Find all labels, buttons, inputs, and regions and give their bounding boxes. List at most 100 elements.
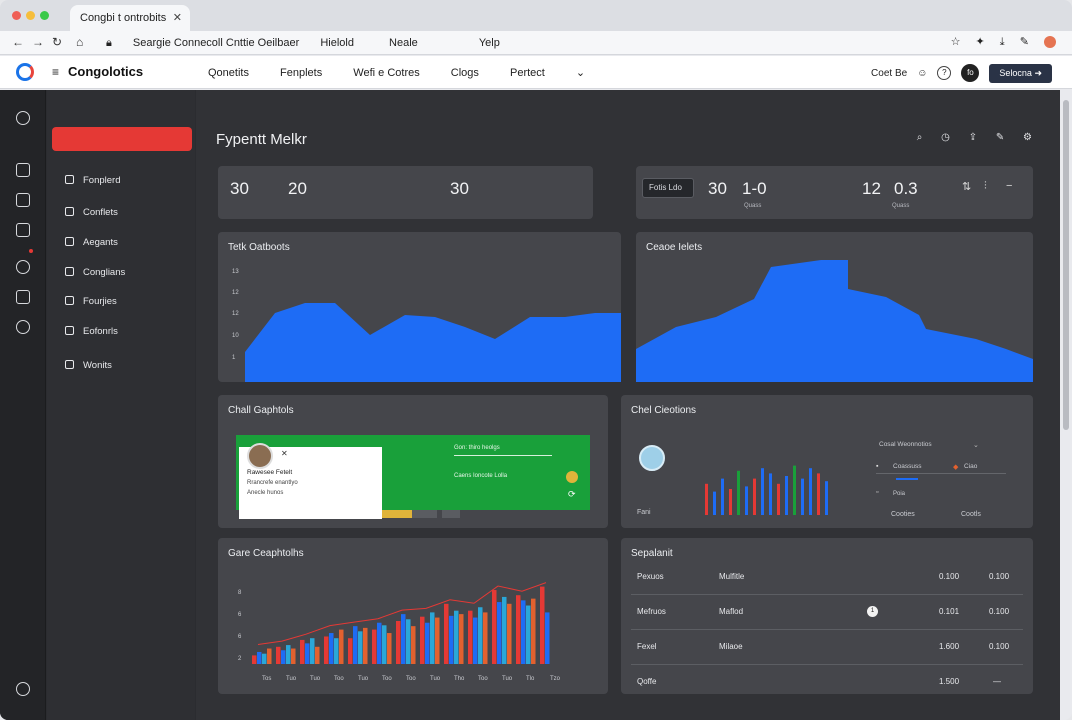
address-bar-row: ← → ↻ ⌂ 🔒︎ Seargie Connecoll Cnttie Oeil… (0, 31, 1072, 55)
mini-bar (753, 478, 756, 515)
refresh-icon[interactable]: ⟳ (568, 489, 576, 500)
table-row[interactable]: Qoffe 1.500 — (631, 665, 1023, 700)
browser-window: Congbi t ontrobits ✕ ← → ↻ ⌂ 🔒︎ Seargie … (0, 0, 1072, 720)
bell-icon[interactable] (16, 260, 30, 274)
area-series (245, 303, 621, 382)
history-icon[interactable]: ◷ (941, 132, 950, 143)
browser-toolbar-icons: ☆ ✦ ⤓ ✎ (939, 35, 1056, 49)
profile-avatar[interactable] (1044, 36, 1056, 49)
sidebar-item-label: Fonplerd (83, 175, 121, 186)
download-icon[interactable]: ⤓ (1000, 36, 1005, 48)
mini-bar (761, 468, 764, 515)
bar (435, 617, 440, 664)
nav-item[interactable]: Wefi e Cotres (353, 67, 419, 79)
stats-card: Fotis Ldo 30 1-0 Quass 12 0.3 Quass ⇅ ⫶ … (636, 166, 1033, 219)
chevron-down-icon[interactable]: ⌄ (973, 441, 979, 449)
scrollbar[interactable] (1060, 90, 1072, 720)
y-tick: 6 (238, 634, 242, 640)
settings-icon[interactable]: ⚙ (1023, 132, 1032, 143)
minus-icon[interactable]: − (1006, 180, 1012, 192)
search-icon[interactable]: ⌕ (917, 132, 923, 143)
profile-popover[interactable]: ✕ Rawesee Fetelt Rrancrefe enantlyo Anec… (239, 443, 382, 519)
pin-icon[interactable]: ✎ (996, 132, 1004, 143)
popover-text: Anecle hunos (247, 490, 284, 496)
sidebar-item[interactable]: Conglians (65, 267, 125, 278)
primary-action-button[interactable] (52, 127, 192, 151)
card-title: Tetk Oatboots (228, 242, 290, 253)
chat-icon[interactable] (16, 290, 30, 304)
app-logo-icon[interactable] (16, 63, 34, 81)
maximize-window-dot[interactable] (40, 11, 49, 20)
legend-item: Coassuss (893, 463, 922, 470)
sidebar-item[interactable]: Eofonrls (65, 326, 118, 337)
settings-icon[interactable] (16, 320, 30, 334)
bar (516, 595, 521, 664)
sidebar-item[interactable]: Aegants (65, 237, 118, 248)
pen-icon[interactable]: ✎ (1020, 36, 1029, 48)
browser-tab[interactable]: Congbi t ontrobits ✕ (70, 5, 190, 31)
sidebar-item-label: Aegants (83, 237, 118, 248)
table-row[interactable]: Mefruos Maflod 1 0.101 0.100 (631, 595, 1023, 630)
clock-icon[interactable] (16, 111, 30, 125)
header-button-label: Selocna (999, 67, 1032, 78)
app-header: ≡ Congolotics Qonetits Fenplets Wefi e C… (0, 56, 1072, 89)
stat-value: 30 (230, 179, 249, 198)
scrollbar-thumb[interactable] (1063, 100, 1069, 430)
popover-name: Rawesee Fetelt (247, 469, 293, 476)
bar (329, 633, 334, 664)
sidebar-item[interactable]: Fonplerd (65, 175, 121, 186)
share-icon[interactable]: ⇪ (969, 132, 977, 143)
sidebar-item[interactable]: Conflets (65, 207, 118, 218)
close-icon[interactable]: ✕ (281, 449, 288, 458)
info-icon[interactable] (16, 682, 30, 696)
reload-icon[interactable]: ↻ (52, 35, 62, 49)
menu-icon[interactable]: ≡ (52, 65, 59, 79)
minimize-window-dot[interactable] (26, 11, 35, 20)
calendar-icon[interactable] (16, 193, 30, 207)
stats-filter-button[interactable]: Fotis Ldo (642, 178, 694, 198)
table-cell: 0.100 (989, 607, 1010, 616)
table-row[interactable]: Pexuos Mulfitle 0.100 0.100 (631, 560, 1023, 595)
nav-item[interactable]: Clogs (451, 67, 479, 79)
sort-icon[interactable]: ⇅ (962, 180, 971, 193)
bar (257, 651, 262, 664)
lock-icon: 🔒︎ (106, 37, 112, 49)
forward-icon[interactable]: → (32, 35, 44, 49)
sidebar-item[interactable]: Fourjies (65, 296, 117, 307)
header-action-button[interactable]: Selocna ➜ (989, 63, 1052, 83)
document-icon[interactable] (16, 223, 30, 237)
home-icon[interactable]: ⌂ (76, 35, 83, 49)
bar (526, 605, 531, 664)
bar (401, 614, 406, 664)
mini-bar (817, 473, 820, 515)
mini-bar (809, 468, 812, 515)
user-icon[interactable]: ☺ (917, 68, 927, 79)
url-field[interactable]: 🔒︎ Seargie Connecoll Cnttie Oeilbaer Hie… (100, 34, 940, 52)
avatar[interactable]: fo (961, 64, 980, 82)
sidebar: Fonplerd Conflets Aegants Conglians Four… (47, 90, 195, 720)
folder-icon (65, 175, 74, 184)
close-window-dot[interactable] (12, 11, 21, 20)
back-icon[interactable]: ← (12, 35, 24, 49)
x-tick: Tlo (526, 676, 535, 682)
close-tab-icon[interactable]: ✕ (173, 11, 182, 24)
nav-item[interactable]: Qonetits (208, 67, 249, 79)
sidebar-item-label: Conflets (83, 207, 118, 218)
sidebar-item[interactable]: Wonits (65, 360, 112, 371)
table-cell: Maflod (719, 607, 744, 616)
nav-item[interactable]: Fenplets (280, 67, 322, 79)
star-icon[interactable]: ☆ (951, 36, 961, 48)
bar (358, 631, 363, 664)
progress-fill (382, 510, 412, 518)
nav-item-dropdown[interactable]: Pertect ⌄ (510, 67, 613, 79)
table-cell: Mefruos (637, 607, 666, 616)
home-icon[interactable] (16, 163, 30, 177)
filter-icon[interactable]: ⫶ (984, 180, 987, 193)
table-row[interactable]: Fexel Milaoe 1.600 0.100 (631, 630, 1023, 665)
bar (363, 627, 368, 664)
bar (449, 615, 454, 664)
extension-icon[interactable]: ✦ (976, 36, 985, 48)
area-chart-card: Tetk Oatboots 13 12 12 10 1 (218, 232, 621, 382)
bar (468, 610, 473, 664)
help-icon[interactable]: ? (937, 66, 952, 80)
